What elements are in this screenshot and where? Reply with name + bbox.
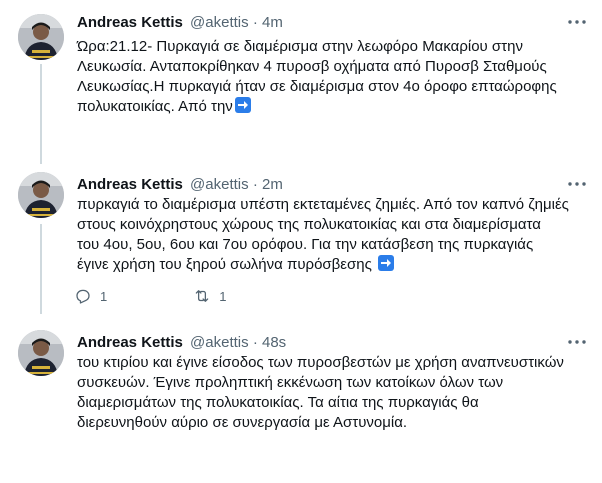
tweet-line: του 4ου, 5ου, 6ου και 7ου ορόφου. Για τη… bbox=[77, 236, 534, 253]
tweet-line: στους κοινόχρηστους χώρους της πολυκατοι… bbox=[77, 216, 541, 233]
retweet-button[interactable]: 1 bbox=[193, 287, 226, 305]
tweet-actions: 1 1 bbox=[74, 287, 312, 305]
tweet-header: Andreas Kettis @akettis · 4m bbox=[77, 14, 283, 32]
retweet-count: 1 bbox=[219, 288, 227, 304]
tweet-line: Ώρα:21.12- Πυρκαγιά σε διαμέρισμα στην λ… bbox=[77, 38, 523, 55]
tweet-timestamp[interactable]: 4m bbox=[262, 14, 283, 31]
author-name[interactable]: Andreas Kettis bbox=[77, 334, 183, 351]
tweet-1[interactable]: Andreas Kettis @akettis · 4m Ώρα:21.12- … bbox=[0, 10, 602, 150]
retweet-icon bbox=[195, 290, 209, 302]
tweet-line: έγινε χρήση του ξηρού σωλήνα πυρόσβεσης bbox=[77, 255, 592, 275]
more-options-icon[interactable] bbox=[566, 176, 588, 192]
separator-dot: · bbox=[252, 176, 258, 193]
reply-count: 1 bbox=[100, 288, 108, 304]
tweet-header: Andreas Kettis @akettis · 48s bbox=[77, 334, 286, 352]
author-handle[interactable]: @akettis bbox=[190, 176, 249, 193]
tweet-3[interactable]: Andreas Kettis @akettis · 48s του κτιρίο… bbox=[0, 330, 602, 450]
tweet-line: Λευκωσίας.Η πυρκαγιά ήταν σε διαμέρισμα … bbox=[77, 78, 557, 95]
right-arrow-emoji-icon bbox=[234, 97, 251, 113]
tweet-line: συσκευών. Έγινε προληπτική εκκένωση των … bbox=[77, 374, 504, 391]
author-name[interactable]: Andreas Kettis bbox=[77, 14, 183, 31]
more-options-icon[interactable] bbox=[566, 14, 588, 30]
tweet-timestamp[interactable]: 2m bbox=[262, 176, 283, 193]
tweet-line-text: πολυκατοικίας. Από την bbox=[77, 98, 233, 115]
tweet-line: διαμερισμάτων της πολυκατοικίας. Τα αίτι… bbox=[77, 394, 479, 411]
tweet-text: Ώρα:21.12- Πυρκαγιά σε διαμέρισμα στην λ… bbox=[77, 37, 592, 117]
reply-icon bbox=[76, 289, 90, 304]
author-handle[interactable]: @akettis bbox=[190, 334, 249, 351]
tweet-line: πυρκαγιά το διαμέρισμα υπέστη εκτεταμένε… bbox=[77, 196, 569, 213]
tweet-line: Λευκωσία. Ανταποκρίθηκαν 4 πυροσβ οχήματ… bbox=[77, 58, 547, 75]
tweet-line: διερευνηθούν αύριο σε συνεργασία με Αστυ… bbox=[77, 414, 408, 431]
tweet-line: πολυκατοικίας. Από την bbox=[77, 97, 592, 117]
thread-connector-line bbox=[40, 224, 42, 314]
author-name[interactable]: Andreas Kettis bbox=[77, 176, 183, 193]
tweet-text: πυρκαγιά το διαμέρισμα υπέστη εκτεταμένε… bbox=[77, 195, 592, 275]
author-avatar[interactable] bbox=[18, 14, 64, 60]
tweet-line-text: έγινε χρήση του ξηρού σωλήνα πυρόσβεσης bbox=[77, 256, 372, 273]
tweet-2[interactable]: Andreas Kettis @akettis · 2m πυρκαγιά το… bbox=[0, 172, 602, 312]
tweet-timestamp[interactable]: 48s bbox=[262, 334, 286, 351]
reply-button[interactable]: 1 bbox=[74, 287, 107, 305]
tweet-text: του κτιρίου και έγινε είσοδος των πυροσβ… bbox=[77, 353, 592, 433]
tweet-header: Andreas Kettis @akettis · 2m bbox=[77, 176, 283, 194]
author-avatar[interactable] bbox=[18, 172, 64, 218]
right-arrow-emoji-icon bbox=[378, 255, 394, 271]
author-avatar[interactable] bbox=[18, 330, 64, 376]
tweet-line: του κτιρίου και έγινε είσοδος των πυροσβ… bbox=[77, 354, 564, 371]
separator-dot: · bbox=[252, 14, 258, 31]
more-options-icon[interactable] bbox=[566, 334, 588, 350]
thread-connector-line bbox=[40, 64, 42, 164]
author-handle[interactable]: @akettis bbox=[190, 14, 249, 31]
separator-dot: · bbox=[252, 334, 258, 351]
